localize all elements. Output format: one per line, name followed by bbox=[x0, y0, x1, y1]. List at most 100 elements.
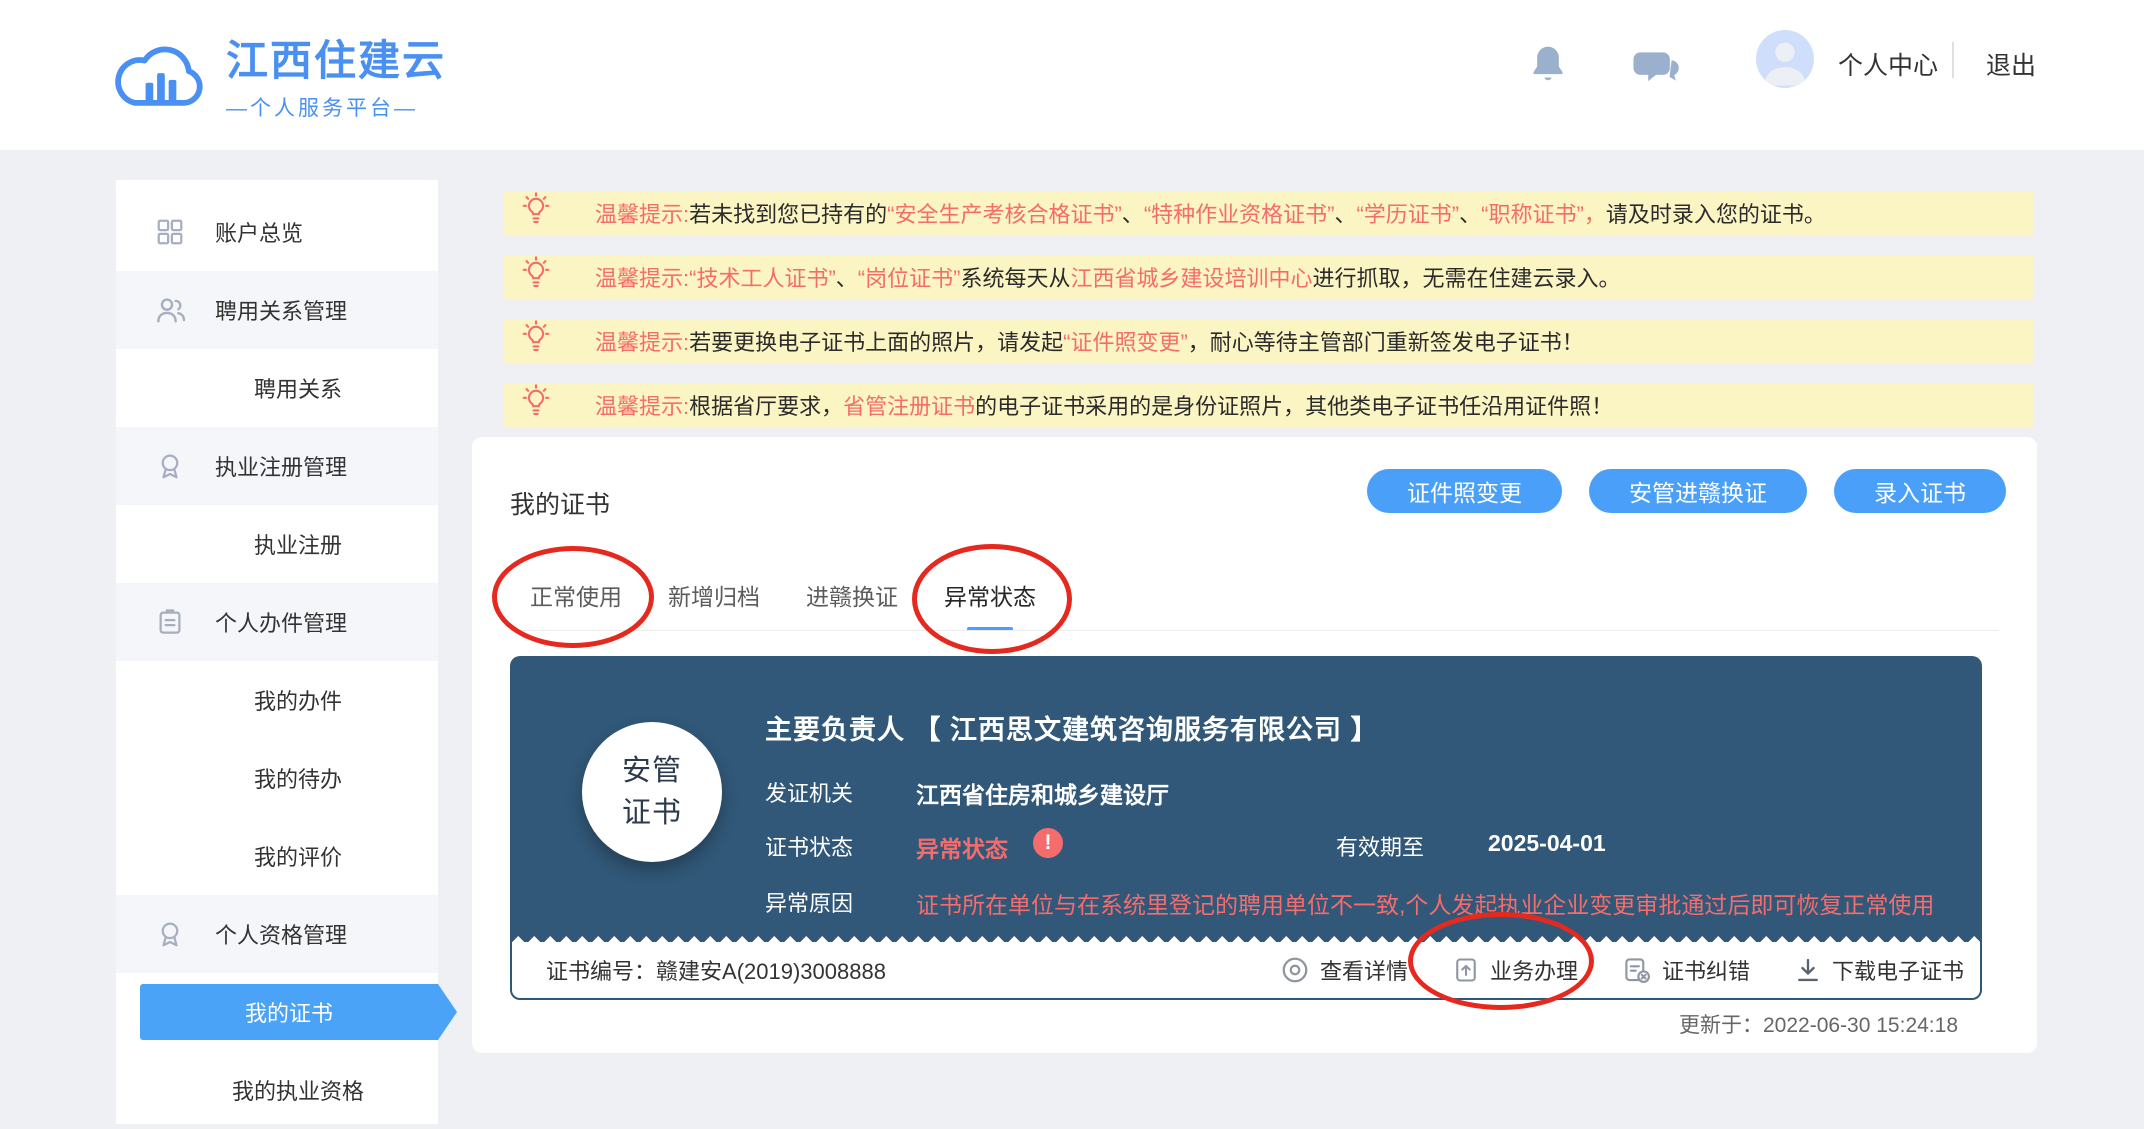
award-icon bbox=[155, 450, 187, 482]
sidebar-item-10-active[interactable]: 我的证书 bbox=[116, 973, 438, 1051]
certificate-action-4[interactable]: 下载电子证书 bbox=[1794, 954, 1964, 986]
tip-banner-3: 温馨提示: 若要更换电子证书上面的照片，请发起 “证件照变更” ，耐心等待主管部… bbox=[503, 319, 2034, 363]
brand-logo-group: 江西住建云 —个人服务平台— bbox=[110, 30, 446, 127]
tip-text-segment: 的电子证书采用的是身份证照片，其他类电子证书任沿用证件照！ bbox=[975, 389, 1613, 421]
sidebar-item-1[interactable]: 聘用关系管理 bbox=[116, 271, 438, 349]
tip-text-segment: ，耐心等待主管部门重新签发电子证书！ bbox=[1188, 325, 1584, 357]
sidebar-item-label: 聘用关系 bbox=[254, 372, 342, 404]
exclamation-icon: ! bbox=[1033, 828, 1063, 858]
tip-text-segment: 若要更换电子证书上面的照片，请发起 bbox=[689, 325, 1063, 357]
action-label: 业务办理 bbox=[1490, 954, 1578, 986]
tip-banner-4: 温馨提示: 根据省厅要求，省管注册证书的电子证书采用的是身份证照片，其他类电子证… bbox=[503, 383, 2034, 427]
brand-subtitle: —个人服务平台— bbox=[226, 92, 446, 122]
notification-bell-icon[interactable] bbox=[1528, 42, 1568, 88]
sidebar-item-label: 聘用关系管理 bbox=[215, 294, 347, 326]
tip-text-segment: “技术工人证书” bbox=[689, 261, 836, 293]
tip-text-segment: 、 bbox=[1334, 197, 1356, 229]
panel-button-1[interactable]: 证件照变更 bbox=[1367, 469, 1562, 513]
certificate-action-2[interactable]: 业务办理 bbox=[1452, 954, 1578, 986]
sidebar-item-label: 我的办件 bbox=[254, 684, 342, 716]
nav-divider bbox=[1952, 42, 1954, 78]
sidebar-item-0[interactable]: 账户总览 bbox=[116, 193, 438, 271]
tip-text-segment: “安全生产考核合格证书” bbox=[887, 197, 1122, 229]
certificate-title: 主要负责人 【 江西思文建筑咨询服务有限公司 】 bbox=[765, 708, 1379, 747]
badge-line1: 安管 bbox=[622, 750, 682, 792]
lightbulb-icon bbox=[521, 384, 573, 426]
correct-icon bbox=[1622, 955, 1652, 985]
action-label: 查看详情 bbox=[1320, 954, 1408, 986]
certificate-tabs: 正常使用 新增归档 进赣换证 异常状态 bbox=[530, 583, 1036, 611]
sidebar-item-label: 个人办件管理 bbox=[215, 606, 347, 638]
sidebar-item-label: 执业注册管理 bbox=[215, 450, 347, 482]
sidebar-active-banner[interactable]: 我的证书 bbox=[140, 984, 438, 1040]
sidebar-item-8[interactable]: 我的评价 bbox=[116, 817, 438, 895]
sidebar-item-label: 我的评价 bbox=[254, 840, 342, 872]
certificate-action-1[interactable]: 查看详情 bbox=[1280, 954, 1408, 986]
tabs-separator bbox=[510, 630, 1999, 631]
serrated-edge bbox=[510, 930, 1982, 942]
sidebar-item-11[interactable]: 我的执业资格 bbox=[116, 1051, 438, 1129]
logout-link[interactable]: 退出 bbox=[1986, 46, 2036, 82]
lightbulb-icon bbox=[521, 256, 573, 298]
action-label: 下载电子证书 bbox=[1832, 954, 1964, 986]
tip-text-segment: 、 bbox=[1122, 197, 1144, 229]
panel-action-buttons: 证件照变更安管进赣换证录入证书 bbox=[1367, 469, 2006, 513]
tip-text-segment: “职称证书” bbox=[1481, 197, 1584, 229]
clipboard-icon bbox=[155, 606, 187, 638]
issuer-value: 江西省住房和城乡建设厅 bbox=[916, 776, 1169, 810]
tip-text-segment: 根据省厅要求， bbox=[689, 389, 843, 421]
certificate-actions: 查看详情 业务办理 证书纠错 下载电子证书 bbox=[1280, 954, 1964, 986]
tip-text-segment: 温馨提示: bbox=[595, 197, 689, 229]
tip-text-segment: 若未找到您已持有的 bbox=[689, 197, 887, 229]
lightbulb-icon bbox=[521, 192, 573, 234]
sidebar-item-2[interactable]: 聘用关系 bbox=[116, 349, 438, 427]
sidebar-item-7[interactable]: 我的待办 bbox=[116, 739, 438, 817]
award-icon bbox=[155, 918, 187, 950]
tab-3[interactable]: 进赣换证 bbox=[806, 583, 898, 611]
action-label: 证书纠错 bbox=[1662, 954, 1750, 986]
sidebar-item-4[interactable]: 执业注册 bbox=[116, 505, 438, 583]
badge-line2: 证书 bbox=[622, 792, 682, 834]
sidebar-item-6[interactable]: 我的办件 bbox=[116, 661, 438, 739]
lightbulb-icon bbox=[521, 320, 573, 362]
certificate-number: 证书编号：赣建安A(2019)3008888 bbox=[546, 954, 886, 986]
user-avatar[interactable] bbox=[1756, 30, 1814, 88]
valid-until-value: 2025-04-01 bbox=[1488, 830, 1606, 857]
issuer-label: 发证机关 bbox=[765, 776, 853, 808]
sidebar-item-label: 个人资格管理 bbox=[215, 918, 347, 950]
tip-text-segment: “特种作业资格证书” bbox=[1144, 197, 1335, 229]
view-icon bbox=[1280, 955, 1310, 985]
tip-text-segment: 温馨提示: bbox=[595, 325, 689, 357]
sidebar-item-5[interactable]: 个人办件管理 bbox=[116, 583, 438, 661]
personal-center-link[interactable]: 个人中心 bbox=[1838, 46, 1938, 82]
status-badge: 异常状态 bbox=[916, 830, 1008, 864]
panel-button-3[interactable]: 录入证书 bbox=[1834, 469, 2006, 513]
tab-2[interactable]: 新增归档 bbox=[668, 583, 760, 611]
messages-chat-icon[interactable] bbox=[1630, 46, 1682, 90]
brand-title: 江西住建云 bbox=[226, 36, 446, 86]
tip-text-segment: 省管注册证书 bbox=[843, 389, 975, 421]
updated-time: 2022-06-30 15:24:18 bbox=[1763, 1014, 1958, 1037]
panel-button-2[interactable]: 安管进赣换证 bbox=[1589, 469, 1807, 513]
grid-icon bbox=[155, 216, 187, 248]
tip-text-segment: 温馨提示: bbox=[595, 261, 689, 293]
tip-text-segment: 、 bbox=[836, 261, 858, 293]
tip-banner-2: 温馨提示: “技术工人证书” 、 “岗位证书” 系统每天从江西省城乡建设培训中心… bbox=[503, 255, 2034, 299]
users-icon bbox=[155, 294, 187, 326]
tip-text-segment: ， bbox=[1584, 197, 1606, 229]
sidebar-item-9[interactable]: 个人资格管理 bbox=[116, 895, 438, 973]
reason-value: 证书所在单位与在系统里登记的聘用单位不一致,个人发起执业企业变更审批通过后即可恢… bbox=[916, 886, 1934, 920]
sidebar-item-label: 执业注册 bbox=[254, 528, 342, 560]
tip-text-segment: 江西省城乡建设培训中心 bbox=[1070, 261, 1312, 293]
tab-1[interactable]: 正常使用 bbox=[530, 583, 622, 611]
certificate-number-value: 赣建安A(2019)3008888 bbox=[656, 959, 886, 984]
process-icon bbox=[1452, 956, 1480, 984]
reason-label: 异常原因 bbox=[765, 886, 853, 918]
valid-until-label: 有效期至 bbox=[1336, 830, 1424, 862]
certificate-action-3[interactable]: 证书纠错 bbox=[1622, 954, 1750, 986]
certificate-type-badge: 安管 证书 bbox=[582, 722, 722, 862]
sidebar-item-3[interactable]: 执业注册管理 bbox=[116, 427, 438, 505]
tip-text-segment: “证件照变更” bbox=[1063, 325, 1188, 357]
tip-text-segment: “岗位证书” bbox=[858, 261, 961, 293]
tab-4-active[interactable]: 异常状态 bbox=[944, 583, 1036, 611]
